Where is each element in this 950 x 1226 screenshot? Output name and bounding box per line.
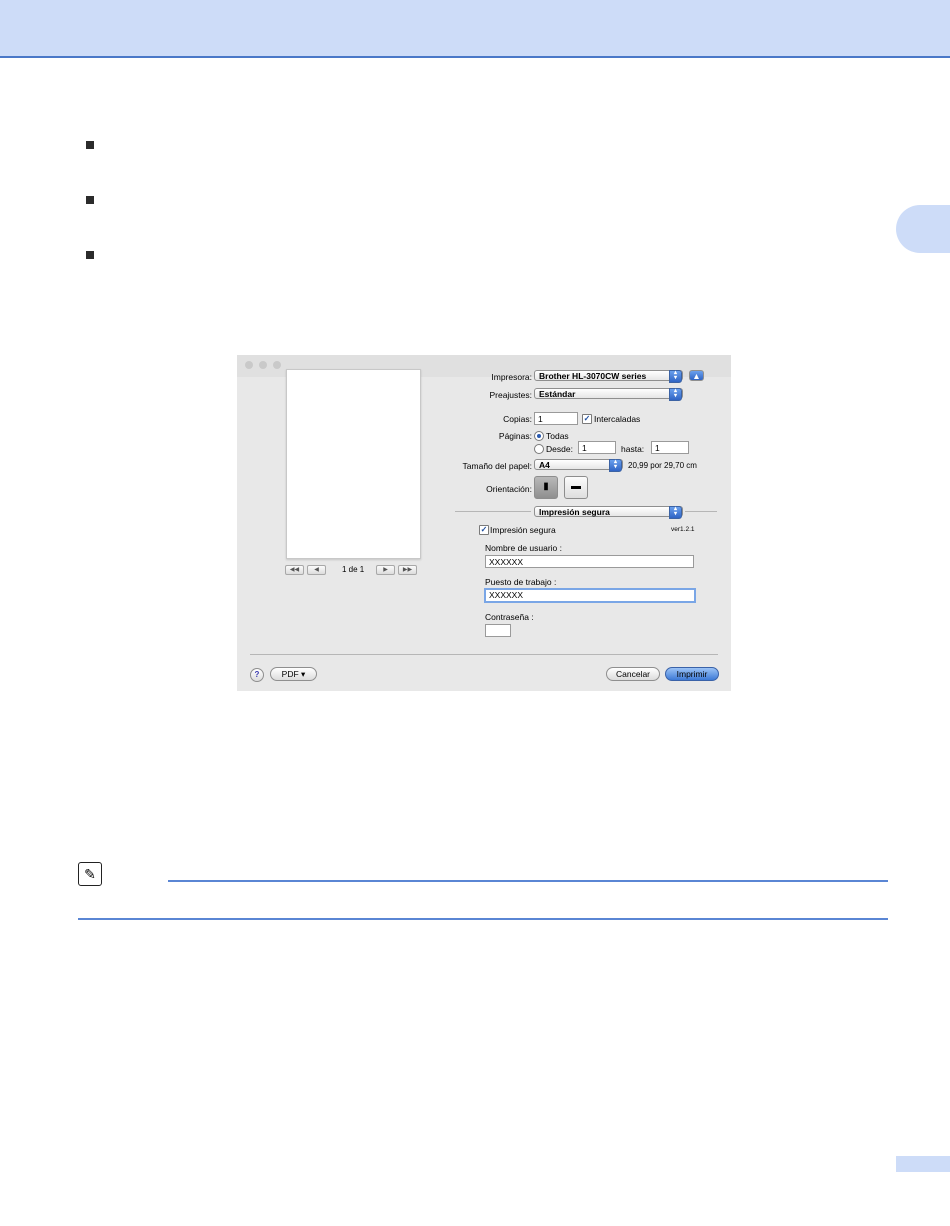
bullet-marker [86, 141, 94, 149]
secure-print-label: Impresión segura [490, 525, 556, 535]
pages-all-radio[interactable] [534, 431, 544, 441]
popup-arrows-icon: ▴ ▾ [669, 370, 682, 383]
divider [685, 511, 717, 512]
landscape-icon: ▬ [571, 481, 581, 492]
orientation-label: Orientación: [486, 484, 532, 494]
note-rule-bottom [78, 918, 888, 920]
first-page-button[interactable]: ◀◀ [285, 565, 304, 575]
printer-select-value: Brother HL-3070CW series [539, 371, 647, 381]
presets-select-value: Estándar [539, 389, 576, 399]
pdf-menu-button[interactable]: PDF ▾ [270, 667, 317, 681]
bullet-marker [86, 251, 94, 259]
minimize-icon[interactable] [259, 361, 267, 369]
last-page-button[interactable]: ▶▶ [398, 565, 417, 575]
pages-to-input[interactable]: 1 [651, 441, 689, 454]
paper-dimensions: 20,99 por 29,70 cm [628, 461, 697, 470]
pages-to-label: hasta: [621, 444, 645, 454]
portrait-orientation-button[interactable]: ▮ [534, 476, 558, 499]
paper-size-select[interactable]: A4 ▴ ▾ [534, 459, 623, 472]
password-label: Contraseña : [485, 612, 534, 622]
version-label: ver1.2.1 [671, 526, 695, 533]
password-input[interactable] [485, 624, 511, 637]
zoom-icon[interactable] [273, 361, 281, 369]
landscape-orientation-button[interactable]: ▬ [564, 476, 588, 499]
note-rule-top [168, 880, 888, 882]
job-input[interactable]: XXXXXX [484, 588, 696, 603]
pages-from-input[interactable]: 1 [578, 441, 616, 454]
print-button[interactable]: Imprimir [665, 667, 719, 681]
page-preview [286, 369, 421, 559]
page-number-tab [896, 1156, 950, 1172]
copies-input[interactable]: 1 [534, 412, 578, 425]
page-header-band [0, 0, 950, 58]
pages-label: Páginas: [498, 431, 532, 441]
username-label: Nombre de usuario : [485, 543, 563, 553]
chapter-tab [896, 205, 950, 253]
printer-select[interactable]: Brother HL-3070CW series ▴ ▾ [534, 370, 683, 383]
pages-all-label: Todas [546, 431, 569, 441]
popup-arrows-icon: ▴ ▾ [669, 388, 682, 401]
copies-label: Copias: [503, 414, 532, 424]
divider [455, 511, 531, 512]
divider [250, 654, 718, 655]
popup-arrows-icon: ▴ ▾ [609, 459, 622, 472]
paper-size-label: Tamaño del papel: [462, 461, 532, 471]
collated-checkbox[interactable]: ✓ [582, 414, 592, 424]
bullet-marker [86, 196, 94, 204]
username-input[interactable]: XXXXXX [485, 555, 694, 568]
previous-page-button[interactable]: ◀ [307, 565, 326, 575]
pages-range-radio[interactable] [534, 444, 544, 454]
paper-size-value: A4 [539, 460, 550, 470]
panel-select-value: Impresión segura [539, 507, 610, 517]
help-button[interactable]: ? [250, 668, 264, 682]
print-dialog: ◀◀ ◀ 1 de 1 ▶ ▶▶ Impresora: Brother HL-3… [237, 355, 731, 691]
page-counter: 1 de 1 [342, 565, 365, 574]
secure-print-checkbox[interactable]: ✓ [479, 525, 489, 535]
popup-arrows-icon: ▴ ▾ [669, 506, 682, 519]
panel-select[interactable]: Impresión segura ▴ ▾ [534, 506, 683, 519]
collated-label: Intercaladas [594, 414, 641, 424]
presets-select[interactable]: Estándar ▴ ▾ [534, 388, 683, 401]
expand-dialog-button[interactable]: ▲ [689, 370, 704, 381]
portrait-icon: ▮ [543, 481, 549, 492]
job-label: Puesto de trabajo : [485, 577, 557, 587]
pages-from-label: Desde: [546, 444, 573, 454]
cancel-button[interactable]: Cancelar [606, 667, 660, 681]
close-icon[interactable] [245, 361, 253, 369]
next-page-button[interactable]: ▶ [376, 565, 395, 575]
help-icon: ? [254, 670, 260, 679]
printer-label: Impresora: [491, 372, 532, 382]
note-icon: ✎ [78, 862, 102, 886]
presets-label: Preajustes: [489, 390, 532, 400]
